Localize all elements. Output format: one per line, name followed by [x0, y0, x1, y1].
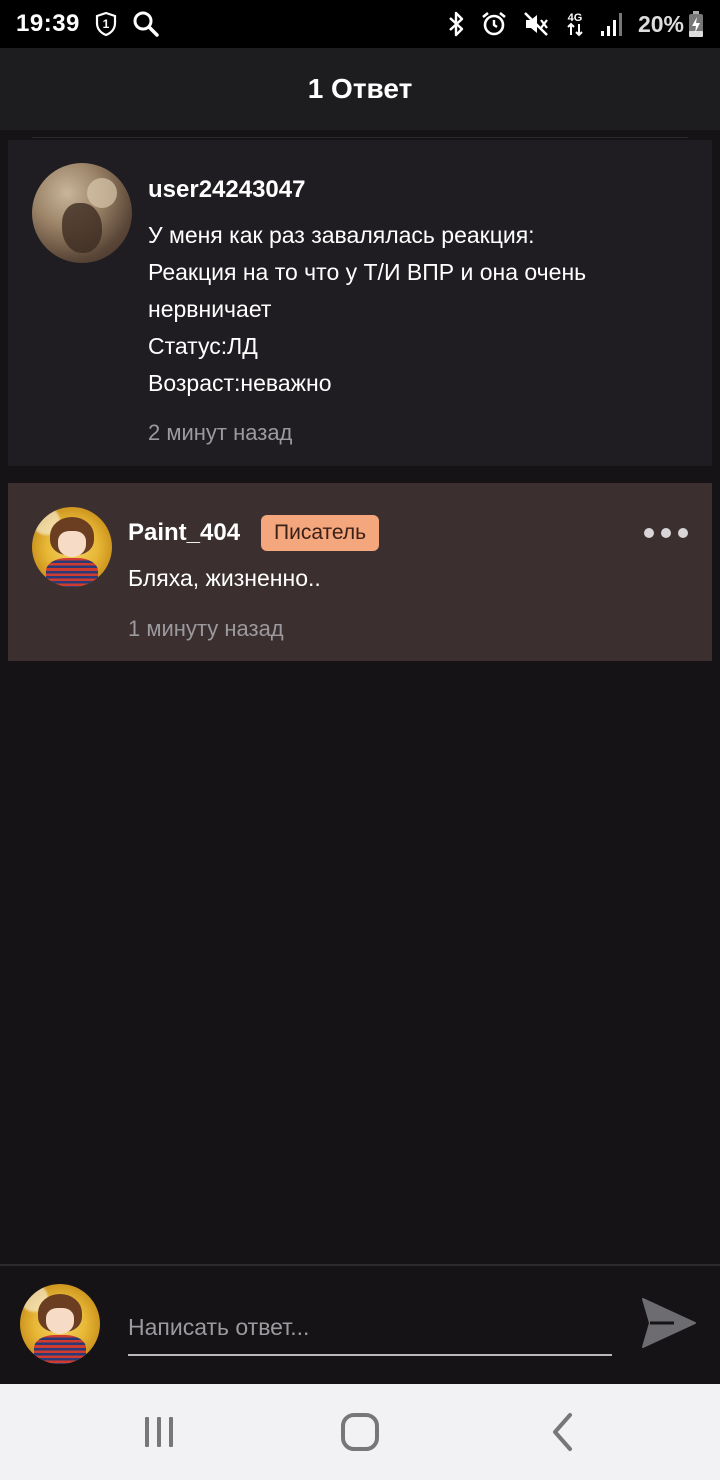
comment-card: user24243047 У меня как раз завалялась р… — [8, 140, 712, 466]
status-bar: 19:39 1 4G 20% — [0, 0, 720, 48]
avatar[interactable] — [32, 163, 132, 263]
avatar[interactable] — [32, 507, 112, 587]
recent-apps-icon[interactable] — [137, 1410, 181, 1454]
status-time: 19:39 — [16, 10, 80, 37]
role-badge: Писатель — [261, 515, 380, 551]
battery-charging-icon — [688, 10, 704, 38]
divider — [32, 137, 688, 138]
4g-icon: 4G — [564, 10, 586, 38]
alarm-icon — [480, 10, 508, 38]
page-title: 1 Ответ — [307, 73, 413, 104]
mute-icon — [522, 10, 550, 38]
shield-1-icon: 1 — [94, 11, 118, 37]
more-options-icon[interactable] — [644, 523, 688, 543]
search-icon — [132, 10, 160, 38]
back-icon[interactable] — [540, 1410, 584, 1454]
reply-username[interactable]: Paint_404 — [128, 519, 240, 547]
reply-text: Бляха, жизненно.. — [128, 565, 321, 591]
reply-time: 1 минуту назад — [128, 616, 284, 641]
svg-text:4G: 4G — [568, 12, 583, 24]
comment-time: 2 минут назад — [148, 420, 293, 445]
current-user-avatar — [20, 1284, 100, 1364]
app-header: 1 Ответ — [0, 48, 720, 130]
reply-card: Paint_404 Писатель Бляха, жизненно.. 1 м… — [8, 483, 712, 661]
bluetooth-icon — [446, 10, 466, 38]
comment-text: У меня как раз завалялась реакция: Реакц… — [148, 222, 587, 396]
signal-icon — [600, 11, 624, 37]
svg-text:1: 1 — [103, 17, 110, 31]
reply-input[interactable] — [128, 1300, 612, 1356]
battery-percent: 20% — [637, 10, 684, 37]
comment-username[interactable]: user24243047 — [148, 176, 305, 204]
send-icon[interactable] — [640, 1296, 698, 1350]
home-icon[interactable] — [338, 1410, 382, 1454]
